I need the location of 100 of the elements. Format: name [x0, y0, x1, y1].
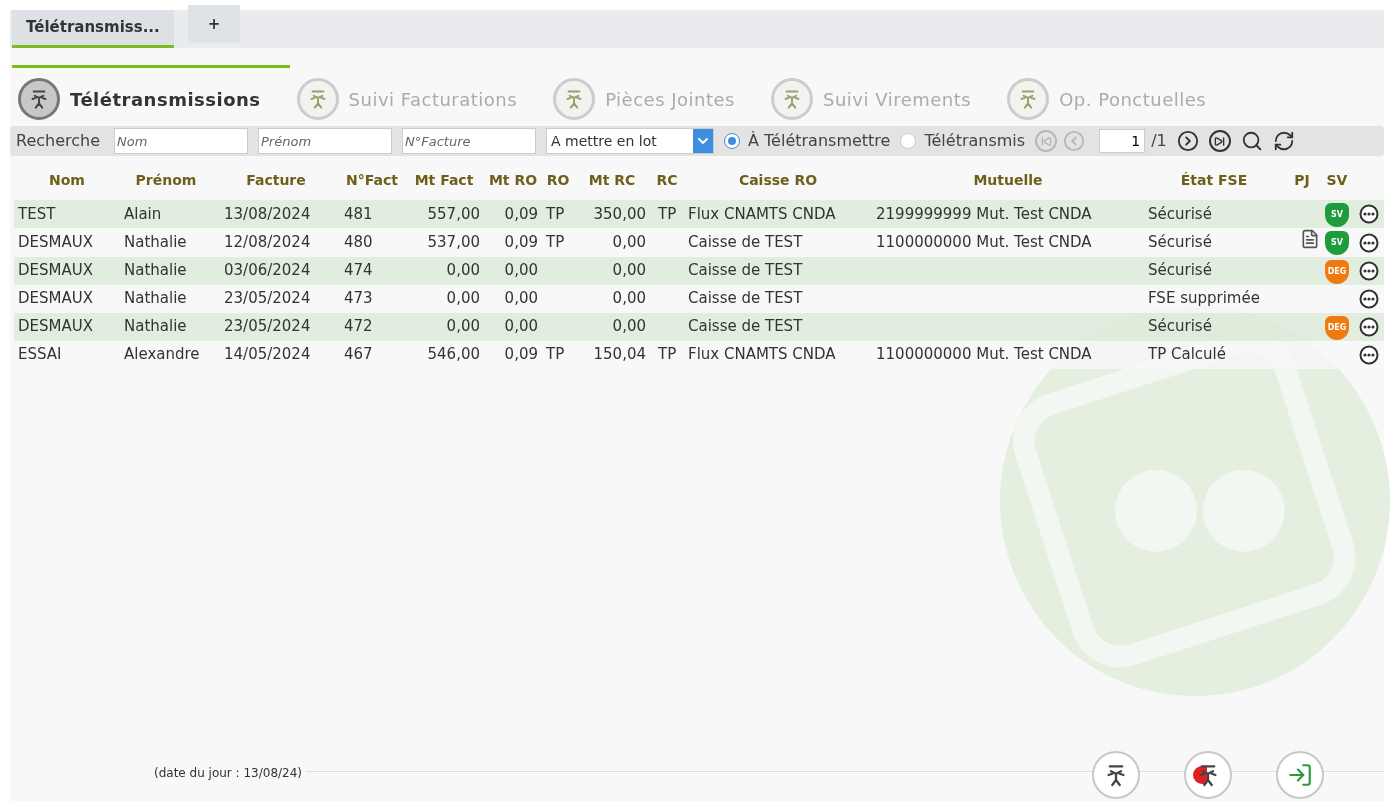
column-header: N°Fact: [340, 160, 404, 200]
search-label: Recherche: [16, 130, 101, 152]
table-cell: 0,00: [612, 233, 646, 251]
current-date-text: (date du jour : 13/08/24): [150, 764, 307, 782]
last-page-icon[interactable]: [1208, 130, 1231, 152]
table-row[interactable]: ESSAI Alexandre 14/05/2024 467 546,00 0,09 TP 150,04 TP Flux CNAMTS CNDA 1100000000 Mut. Test CNDA TP Calculé: [14, 340, 1384, 369]
table-cell: 480: [344, 233, 373, 251]
table-cell: Nathalie: [124, 261, 187, 280]
column-header: Mt RO: [484, 160, 542, 200]
column-header: Mutuelle: [872, 160, 1144, 200]
table-cell: 0,00: [446, 317, 480, 336]
table-cell: 467: [344, 345, 373, 364]
table-cell: 0,00: [612, 261, 646, 280]
table-cell: 23/05/2024: [224, 289, 311, 308]
table-cell: Sécurisé: [1148, 317, 1212, 336]
table-cell: Caisse de TEST: [688, 233, 803, 251]
table-cell: Nathalie: [124, 289, 187, 308]
table-cell: 03/06/2024: [224, 261, 311, 280]
more-options-icon[interactable]: [1359, 344, 1379, 365]
page-total: /1: [1151, 130, 1167, 152]
table-cell: Sécurisé: [1148, 233, 1212, 251]
table-cell: TP: [658, 345, 677, 364]
document-tab[interactable]: +: [187, 5, 241, 43]
more-options-icon[interactable]: [1359, 260, 1379, 281]
table-cell: 150,04: [593, 345, 646, 364]
status-shield-icon: SV: [1325, 231, 1349, 256]
table-cell: Alain: [124, 204, 162, 223]
table-cell: DESMAUX: [18, 317, 93, 336]
table-cell: Flux CNAMTS CNDA: [688, 345, 836, 364]
table-cell: TP: [546, 345, 565, 364]
table-cell: TP Calculé: [1148, 345, 1226, 364]
table-cell: 537,00: [427, 233, 480, 251]
table-cell: 14/05/2024: [224, 345, 311, 364]
section-tab[interactable]: Télétransmissions: [18, 78, 261, 120]
table-cell: 557,00: [427, 204, 480, 223]
more-options-icon[interactable]: [1359, 316, 1379, 337]
table-cell: Caisse de TEST: [688, 317, 803, 336]
table-cell: TP: [546, 233, 565, 251]
table-cell: TEST: [18, 204, 56, 223]
more-options-icon[interactable]: [1359, 232, 1379, 253]
column-header: Mt Fact: [404, 160, 484, 200]
radio-label: Télétransmis: [924, 130, 1026, 152]
table-cell: 1100000000 Mut. Test CNDA: [876, 345, 1092, 364]
table-row[interactable]: DESMAUX Nathalie 23/05/2024 473 0,00 0,00 0,00 Caisse de TEST FSE supprimée: [14, 284, 1384, 313]
search-field[interactable]: Nom: [114, 128, 249, 154]
search-icon[interactable]: [1240, 130, 1263, 152]
status-shield-icon: SV: [1325, 203, 1349, 227]
page-field[interactable]: 1: [1099, 129, 1146, 153]
exit-door-icon: [1287, 762, 1313, 788]
document-tab[interactable]: Télétransmiss...: [12, 10, 174, 48]
more-options-icon[interactable]: [1359, 204, 1379, 225]
column-header: RC: [650, 160, 684, 200]
table-cell: Caisse de TEST: [688, 261, 803, 280]
table-cell: 12/08/2024: [224, 233, 311, 251]
radio-label: À Télétransmettre: [748, 130, 891, 152]
table-cell: Sécurisé: [1148, 261, 1212, 280]
column-header: Mt RC: [574, 160, 650, 200]
batch-dropdown[interactable]: A mettre en lot: [546, 128, 715, 154]
status-shield-icon: DEG: [1325, 315, 1349, 340]
table-row[interactable]: DESMAUX Nathalie 12/08/2024 480 537,00 0,09 TP 0,00 Caisse de TEST 1100000000 Mut. Test CNDA Sécurisé SV: [14, 228, 1384, 257]
search-field[interactable]: N°Facture: [402, 128, 537, 154]
search-field[interactable]: Prénom: [258, 128, 393, 154]
table-cell: 0,00: [504, 317, 538, 336]
more-options-icon[interactable]: [1359, 288, 1379, 309]
table-cell: Nathalie: [124, 233, 187, 251]
table-cell: DESMAUX: [18, 233, 93, 251]
transmit-button[interactable]: [1092, 751, 1140, 799]
table-cell: 0,00: [612, 289, 646, 308]
status-shield-icon: DEG: [1325, 259, 1349, 284]
table-cell: 0,09: [504, 204, 538, 223]
table-cell: 13/08/2024: [224, 204, 311, 223]
table-cell: 0,00: [504, 289, 538, 308]
table-cell: Caisse de TEST: [688, 289, 803, 308]
table-cell: TP: [658, 204, 677, 223]
table-cell: DESMAUX: [18, 289, 93, 308]
attachment-icon[interactable]: [1300, 228, 1320, 250]
table-cell: 0,00: [446, 261, 480, 280]
cancel-transmit-button[interactable]: [1184, 751, 1232, 799]
table-cell: 0,09: [504, 233, 538, 251]
table-cell: 481: [344, 204, 373, 223]
column-header: État FSE: [1144, 160, 1284, 200]
table-cell: 474: [344, 261, 373, 280]
column-header: Nom: [14, 160, 120, 200]
table-cell: DESMAUX: [18, 261, 93, 280]
table-cell: 2199999999 Mut. Test CNDA: [876, 204, 1092, 223]
table-cell: 0,00: [504, 261, 538, 280]
table-cell: 0,00: [446, 289, 480, 308]
table-cell: 546,00: [427, 345, 480, 364]
table-cell: 350,00: [593, 204, 646, 223]
column-header: Facture: [212, 160, 340, 200]
column-header: Prénom: [120, 160, 212, 200]
refresh-icon[interactable]: [1272, 130, 1295, 152]
column-header: Caisse RO: [684, 160, 872, 200]
radio-button[interactable]: [900, 133, 917, 149]
exit-button[interactable]: [1276, 751, 1324, 799]
radio-button[interactable]: [724, 133, 741, 149]
table-cell: ESSAI: [18, 345, 62, 364]
table-cell: 0,00: [612, 317, 646, 336]
next-page-icon[interactable]: [1176, 130, 1199, 152]
table-cell: FSE supprimée: [1148, 289, 1260, 308]
